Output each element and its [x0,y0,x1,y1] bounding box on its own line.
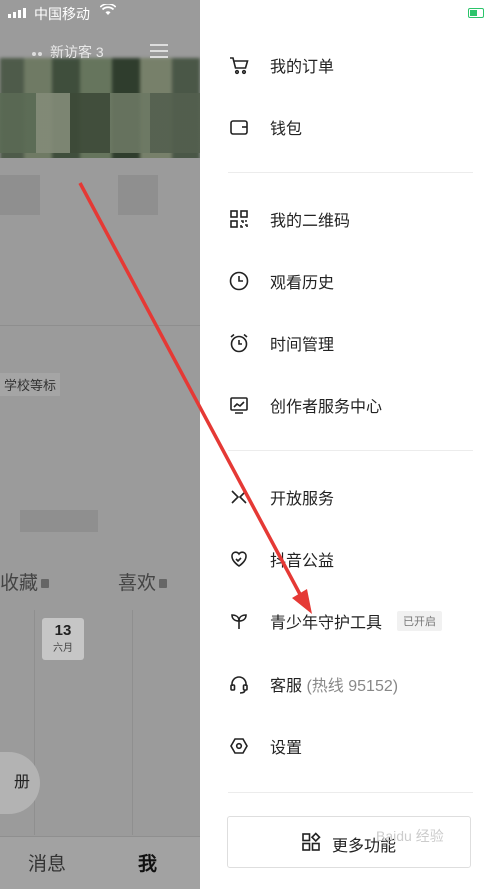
menu-item-open-service[interactable]: 开放服务 [200,477,500,517]
hotline-label: (热线 95152) [306,678,399,695]
blurred-stat [118,175,158,215]
grid-apps-icon [300,831,322,853]
menu-item-label: 我的二维码 [270,213,351,230]
menu-item-charity[interactable]: 抖音公益 [200,539,500,579]
menu-item-label: 客服 (热线 95152) [270,672,398,696]
status-bar: 中国移动 [0,0,200,28]
menu-item-time-management[interactable]: 时间管理 [200,323,500,363]
alarm-icon [228,332,250,354]
divider [0,325,200,326]
new-visitors-label: 新访客 3 [50,44,104,60]
profile-background: 中国移动 新访客 3 学校等标 收藏 喜欢 13 六月 册 消息 我 [0,0,200,889]
lock-icon [41,579,50,589]
battery-icon [468,8,484,18]
menu-item-youth-protection[interactable]: 青少年守护工具 已开启 [200,601,500,641]
profile-tag: 学校等标 [0,373,61,396]
menu-item-label: 抖音公益 [270,553,335,570]
tab-likes[interactable]: 喜欢 [118,568,168,595]
menu-item-customer-service[interactable]: 客服 (热线 95152) [200,664,500,704]
open-service-icon [228,486,250,508]
new-visitors[interactable]: 新访客 3 [30,42,104,62]
wifi-icon [99,3,117,19]
wallet-icon [228,116,250,138]
menu-item-label: 设置 [270,740,303,757]
side-drawer: 我的订单 钱包 我的二维码 观看历史 时间管理 创作者服务中心 开放服务 抖音公… [200,0,500,889]
lock-icon [159,579,168,589]
headset-icon [228,673,250,695]
menu-item-label: 我的订单 [270,59,335,76]
divider [228,172,473,173]
date-day: 13 [54,622,72,639]
hamburger-menu-icon[interactable] [150,44,168,62]
menu-item-label: 青少年守护工具 [270,615,383,632]
menu-item-label: 观看历史 [270,275,335,292]
menu-item-history[interactable]: 观看历史 [200,261,500,301]
menu-item-label: 创作者服务中心 [270,399,383,416]
nav-me[interactable]: 我 [138,849,157,876]
nav-messages[interactable]: 消息 [28,849,66,876]
tab-favorites-label: 收藏 [0,573,39,594]
divider [228,792,473,793]
menu-item-label: 开放服务 [270,491,335,508]
tab-favorites[interactable]: 收藏 [0,568,50,595]
menu-item-label: 钱包 [270,121,303,138]
blurred-stat [0,175,40,215]
tab-likes-label: 喜欢 [118,573,157,594]
menu-item-creator-center[interactable]: 创作者服务中心 [200,385,500,425]
menu-item-label: 时间管理 [270,337,335,354]
date-card: 13 六月 [42,618,84,660]
signal-icon [8,8,26,18]
watermark: Baidu 经验 [376,828,444,844]
menu-item-orders[interactable]: 我的订单 [200,45,500,85]
grid-divider [132,610,133,835]
blurred-text [20,510,98,532]
menu-item-settings[interactable]: 设置 [200,726,500,766]
bottom-nav: 消息 我 [0,836,200,889]
carrier-name: 中国移动 [34,6,90,22]
menu-item-qrcode[interactable]: 我的二维码 [200,199,500,239]
qrcode-icon [228,208,250,230]
chart-icon [228,394,250,416]
sprout-icon [228,610,250,632]
visitors-icon [30,48,44,58]
cart-icon [228,54,250,76]
divider [228,450,473,451]
profile-tabs: 收藏 喜欢 [0,568,200,594]
charity-heart-icon [228,548,250,570]
clock-icon [228,270,250,292]
customer-service-label: 客服 [270,678,303,695]
grid-divider [34,610,35,835]
status-badge: 已开启 [397,611,442,631]
settings-icon [228,735,250,757]
date-month: 六月 [53,643,73,654]
menu-item-wallet[interactable]: 钱包 [200,107,500,147]
